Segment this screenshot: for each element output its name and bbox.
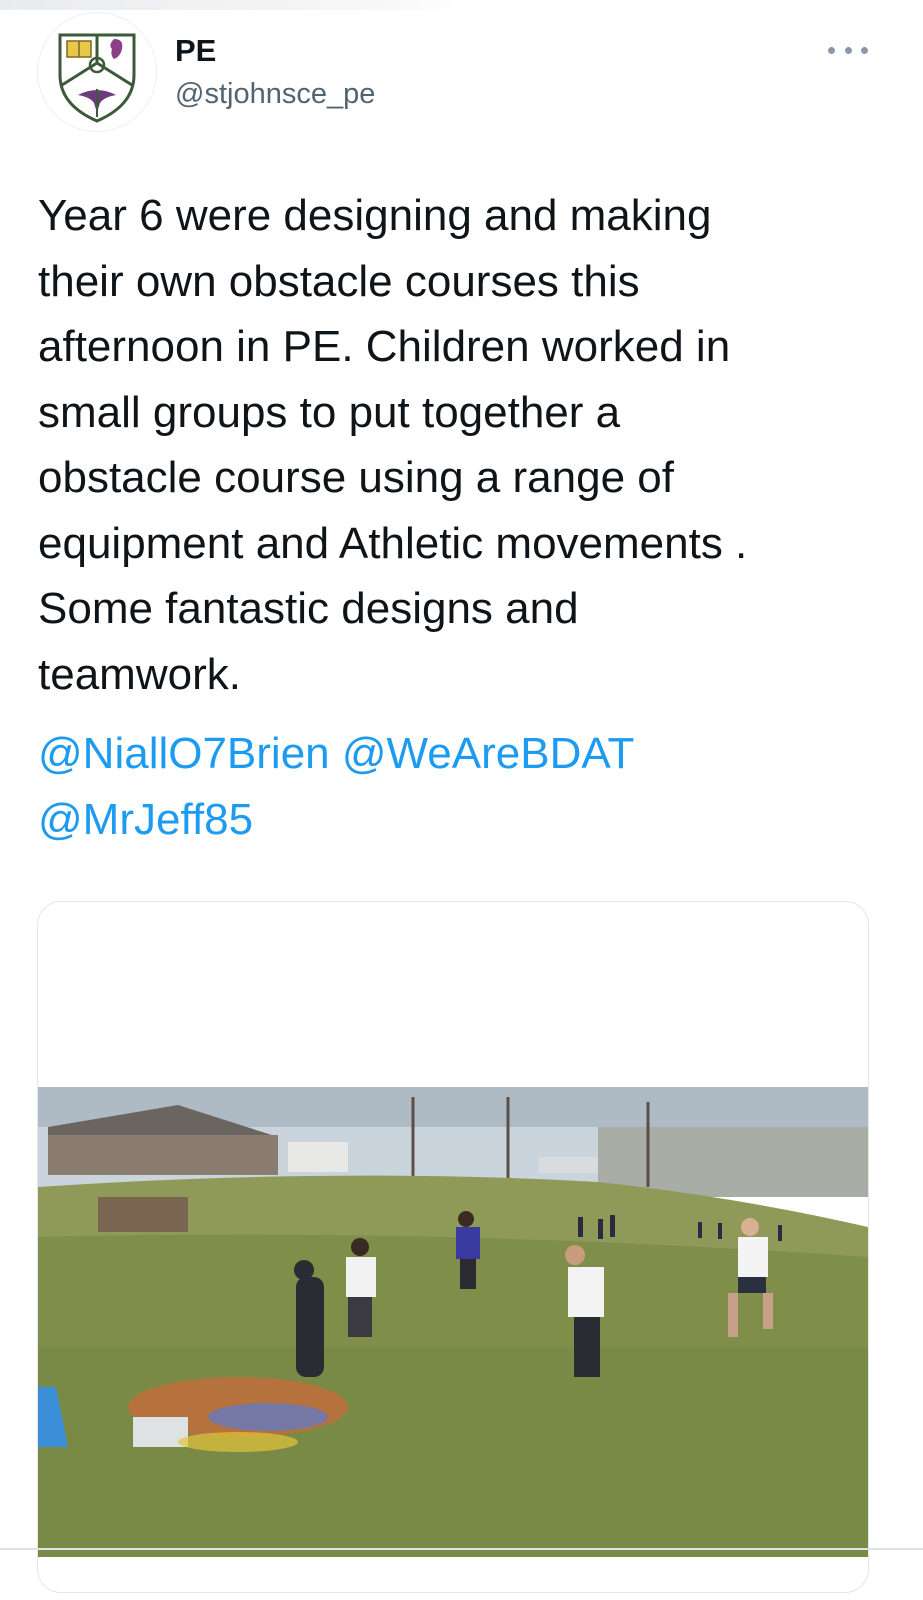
mention-link[interactable]: @NiallO7Brien — [38, 729, 330, 778]
dot — [844, 46, 852, 54]
tweet-text-line: small groups to put together a — [38, 387, 621, 437]
bottom-divider — [0, 1548, 923, 1550]
mention-link[interactable]: @MrJeff85 — [38, 795, 253, 844]
media-card[interactable] — [37, 901, 869, 1593]
avatar[interactable] — [37, 12, 157, 132]
tweet-text-line: obstacle course using a range of — [38, 453, 674, 502]
tweet-text-line: Year 6 were designing and making — [38, 191, 712, 240]
video-thumbnail — [38, 1087, 868, 1557]
school-crest-icon — [58, 33, 136, 123]
tweet-text-line: teamwork. — [38, 649, 241, 699]
top-divider — [0, 0, 470, 10]
tweet-text-line: equipment and Athletic movements . — [38, 518, 748, 568]
tweet-text: Year 6 were designing and making their o… — [38, 183, 888, 707]
video-player[interactable] — [38, 1087, 868, 1557]
mention-link[interactable]: @WeAreBDAT — [342, 729, 634, 778]
tweet-text-line: Some fantastic designs and — [38, 584, 579, 633]
mentions: @NiallO7Brien @WeAreBDAT @MrJeff85 — [38, 721, 888, 852]
more-options-icon[interactable] — [828, 38, 868, 62]
dot — [861, 46, 868, 54]
user-handle[interactable]: @stjohnsce_pe — [175, 78, 375, 111]
tweet-text-line: their own obstacle courses this — [38, 256, 640, 306]
dot — [828, 46, 835, 54]
display-name[interactable]: PE — [175, 33, 216, 69]
tweet-text-line: afternoon in PE. Children worked in — [38, 322, 731, 371]
